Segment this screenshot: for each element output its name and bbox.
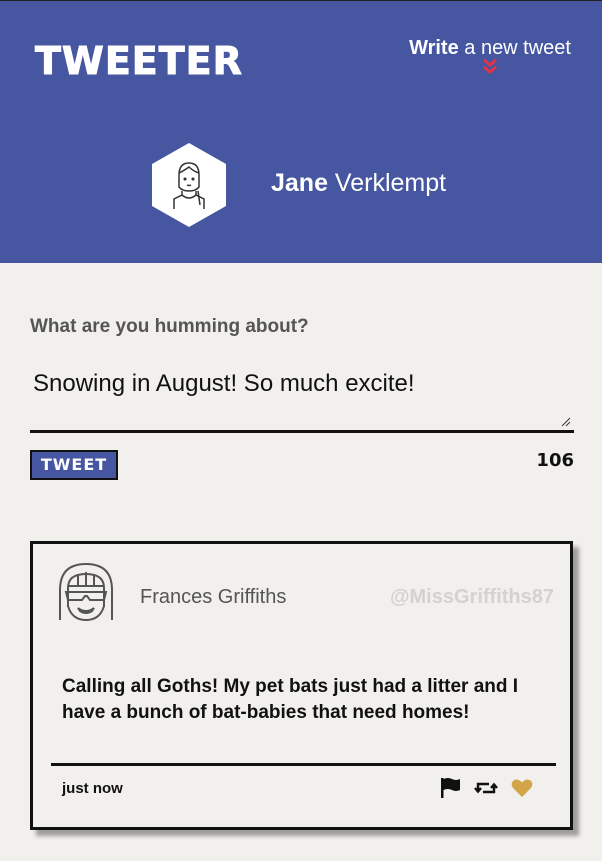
retweet-icon[interactable]	[474, 776, 498, 800]
user-avatar	[152, 143, 226, 227]
tweet-textarea[interactable]: Snowing in August! So much excite!	[30, 364, 574, 433]
compose-toggle-bold: Write	[409, 37, 459, 59]
heart-icon[interactable]	[510, 776, 534, 800]
user-first-name: Jane	[271, 169, 328, 197]
user-name: Jane Verklempt	[271, 169, 446, 198]
composer-footer: TWEET 106	[30, 450, 574, 480]
brand-logo[interactable]: TWEETER	[35, 39, 243, 84]
tweet-textarea-value: Snowing in August! So much excite!	[33, 370, 415, 397]
tweet-timestamp: just now	[62, 780, 123, 797]
double-chevron-down-icon	[409, 58, 571, 77]
tweet-author-handle[interactable]: @MissGriffiths87	[390, 586, 554, 609]
char-counter: 106	[536, 450, 574, 471]
composer-prompt: What are you humming about?	[30, 316, 309, 337]
user-last-name: Verklempt	[327, 169, 447, 197]
flag-icon[interactable]	[438, 776, 462, 800]
resize-grip-icon[interactable]	[561, 417, 571, 427]
tweet-author-name[interactable]: Frances Griffiths	[140, 586, 286, 609]
tweet-actions	[438, 776, 534, 800]
tweet-divider	[51, 763, 556, 766]
tweet-card: Frances Griffiths @MissGriffiths87 Calli…	[30, 541, 573, 830]
tweet-composer: What are you humming about? Snowing in A…	[30, 316, 574, 480]
write-new-tweet-toggle[interactable]: Write a new tweet	[409, 37, 571, 77]
tweet-author-avatar	[54, 560, 118, 632]
tweet-text: Calling all Goths! My pet bats just had …	[62, 676, 519, 723]
compose-toggle-rest: a new tweet	[458, 37, 571, 59]
site-header: TWEETER Write a new tweet Jane Verklempt	[0, 1, 602, 263]
tweet-button[interactable]: TWEET	[30, 450, 118, 480]
